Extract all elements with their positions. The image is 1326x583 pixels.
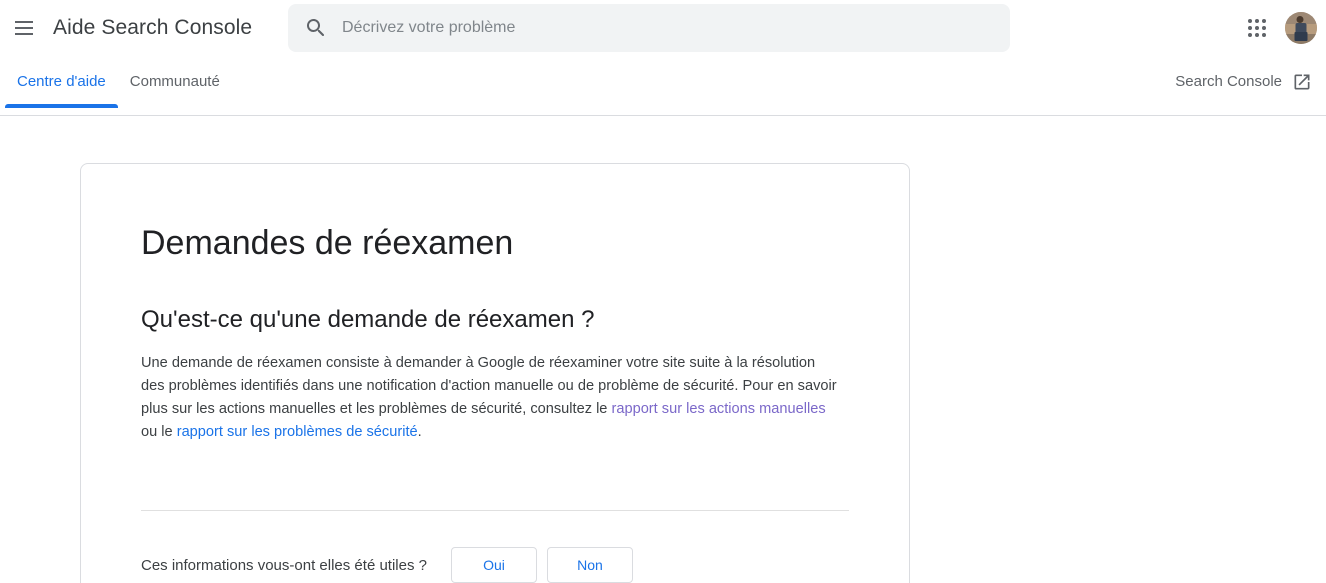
article-card: Demandes de réexamen Qu'est-ce qu'une de… <box>80 163 910 583</box>
page-title: Demandes de réexamen <box>141 224 514 262</box>
top-app-bar: Aide Search Console <box>0 0 1326 56</box>
menu-bar-1 <box>15 21 33 23</box>
link-security-issues-report[interactable]: rapport sur les problèmes de sécurité <box>177 424 418 440</box>
avatar-legs <box>1294 31 1308 41</box>
search-bar[interactable] <box>288 4 1010 52</box>
feedback-no-button[interactable]: Non <box>546 547 633 583</box>
top-bar-actions <box>1237 0 1326 56</box>
paragraph-text-part-3: . <box>417 424 422 440</box>
tab-list: Centre d'aide Communauté <box>0 56 232 108</box>
link-manual-actions-report[interactable]: rapport sur les actions manuelles <box>611 401 825 417</box>
tab-centre-d-aide[interactable]: Centre d'aide <box>5 56 118 108</box>
apps-dot <box>1248 33 1252 37</box>
apps-dot <box>1262 33 1266 37</box>
avatar[interactable] <box>1285 12 1317 44</box>
search-input[interactable] <box>342 5 994 51</box>
hamburger-menu-icon[interactable] <box>0 4 48 52</box>
open-in-new-icon <box>1294 74 1310 89</box>
page-content: Demandes de réexamen Qu'est-ce qu'une de… <box>0 116 1326 583</box>
menu-bar-2 <box>15 27 33 29</box>
feedback-yes-button[interactable]: Oui <box>450 547 537 583</box>
tab-label: Communauté <box>129 73 220 90</box>
apps-dot <box>1255 33 1259 37</box>
menu-bar-3 <box>15 33 33 35</box>
article-body: Demandes de réexamen Qu'est-ce qu'une de… <box>81 164 909 511</box>
feedback-question: Ces informations vous-ont elles été util… <box>141 556 427 574</box>
search-console-link-label: Search Console <box>1175 73 1282 90</box>
apps-dot <box>1255 26 1259 30</box>
google-apps-grid-icon[interactable] <box>1237 8 1277 48</box>
apps-dot <box>1255 19 1259 23</box>
apps-dot <box>1248 26 1252 30</box>
tab-communaute[interactable]: Communauté <box>118 56 232 107</box>
feedback-section: Ces informations vous-ont elles été util… <box>81 511 909 583</box>
product-title[interactable]: Aide Search Console <box>53 16 252 40</box>
apps-dot <box>1262 19 1266 23</box>
tab-label: Centre d'aide <box>17 73 106 90</box>
section-heading: Qu'est-ce qu'une demande de réexamen ? <box>141 306 595 333</box>
apps-dot <box>1248 19 1252 23</box>
search-icon <box>306 18 325 37</box>
paragraph-text-part-2: ou le <box>141 424 177 440</box>
navigation-tabs-bar: Centre d'aide Communauté Search Console <box>0 56 1326 116</box>
apps-dot <box>1262 26 1266 30</box>
search-console-external-link[interactable]: Search Console <box>1175 56 1312 107</box>
article-paragraph: Une demande de réexamen consiste à deman… <box>141 352 841 444</box>
